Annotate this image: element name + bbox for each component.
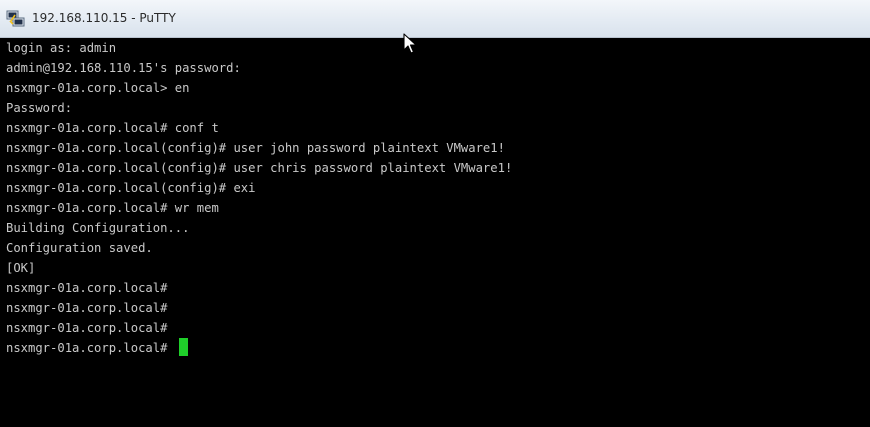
terminal-line: login as: admin	[6, 41, 117, 55]
terminal-line: Building Configuration...	[6, 221, 190, 235]
text-cursor	[178, 338, 188, 356]
terminal-line: Configuration saved.	[6, 241, 153, 255]
terminal-prompt-line: nsxmgr-01a.corp.local#	[6, 338, 870, 358]
mouse-pointer-icon	[403, 33, 419, 55]
terminal-line: [OK]	[6, 261, 36, 275]
terminal-line: nsxmgr-01a.corp.local(config)# user chri…	[6, 161, 513, 175]
window-title: 192.168.110.15 - PuTTY	[32, 11, 176, 25]
terminal-line: Password:	[6, 101, 73, 115]
terminal-prompt: nsxmgr-01a.corp.local#	[6, 341, 175, 355]
putty-icon[interactable]	[6, 9, 26, 29]
terminal-line: nsxmgr-01a.corp.local# wr mem	[6, 201, 219, 215]
terminal-line: nsxmgr-01a.corp.local#	[6, 281, 168, 295]
title-bar[interactable]: 192.168.110.15 - PuTTY	[0, 0, 870, 38]
terminal-line: admin@192.168.110.15's password:	[6, 61, 241, 75]
terminal-line: nsxmgr-01a.corp.local(config)# exi	[6, 181, 256, 195]
terminal-screen[interactable]: login as: admin admin@192.168.110.15's p…	[0, 38, 870, 427]
putty-window: 192.168.110.15 - PuTTY login as: admin a…	[0, 0, 870, 427]
terminal-line: nsxmgr-01a.corp.local# conf t	[6, 121, 219, 135]
terminal-line: nsxmgr-01a.corp.local> en	[6, 81, 190, 95]
terminal-line: nsxmgr-01a.corp.local#	[6, 301, 168, 315]
terminal-line: nsxmgr-01a.corp.local#	[6, 321, 168, 335]
terminal-line: nsxmgr-01a.corp.local(config)# user john…	[6, 141, 505, 155]
